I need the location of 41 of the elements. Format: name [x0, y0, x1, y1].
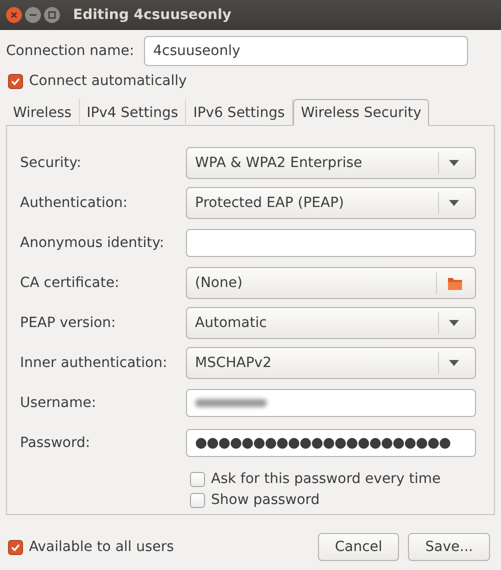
username-field[interactable] — [186, 389, 476, 417]
folder-icon — [447, 275, 463, 291]
field-label: Security: — [20, 155, 82, 171]
tab[interactable]: Wireless Security — [292, 99, 430, 126]
maximize-icon[interactable] — [44, 7, 60, 23]
dropdown-arrow-icon — [449, 160, 459, 166]
minimize-icon[interactable] — [25, 7, 41, 23]
tab[interactable]: IPv4 Settings — [80, 99, 186, 126]
field-label: CA certificate: — [20, 275, 120, 291]
dropdown-arrow-icon — [449, 200, 459, 206]
window-title: Editing 4csuuseonly — [73, 7, 232, 23]
field-label: Anonymous identity: — [20, 235, 166, 251]
field-label: Connection name: — [6, 43, 134, 59]
file-chooser[interactable]: (None) — [186, 267, 476, 299]
checkbox[interactable] — [190, 472, 205, 486]
dropdown[interactable]: Protected EAP (PEAP) — [186, 187, 476, 219]
dropdown[interactable]: MSCHAPv2 — [186, 347, 476, 379]
text-field[interactable] — [186, 229, 476, 257]
tab[interactable]: Wireless — [6, 99, 80, 126]
close-icon[interactable] — [6, 7, 22, 23]
checkbox-label: Connect automatically — [29, 73, 187, 89]
field-label: Inner authentication: — [20, 355, 168, 371]
dropdown[interactable]: Automatic — [186, 307, 476, 339]
field-label: Password: — [20, 435, 92, 451]
connection-name-field[interactable]: 4csuuseonly — [144, 36, 468, 66]
checkbox[interactable] — [8, 74, 23, 88]
blurred-text — [195, 399, 267, 407]
save-button[interactable]: Save... — [408, 533, 490, 561]
text-field[interactable]: ●●●●●●●●●●●●●●●●●●●●●● — [186, 429, 476, 457]
dropdown[interactable]: WPA & WPA2 Enterprise — [186, 147, 476, 179]
checkbox[interactable] — [190, 492, 205, 508]
field-label: PEAP version: — [20, 315, 117, 331]
dropdown-arrow-icon — [449, 360, 459, 366]
checkbox-label: Show password — [211, 492, 320, 508]
dropdown-arrow-icon — [449, 320, 459, 326]
cancel-button[interactable]: Cancel — [318, 533, 400, 561]
checkbox-label: Ask for this password every time — [211, 471, 441, 487]
field-label: Username: — [20, 395, 98, 411]
field-label: Authentication: — [20, 195, 128, 211]
checkbox-label: Available to all users — [29, 539, 174, 555]
checkbox[interactable] — [8, 540, 23, 554]
